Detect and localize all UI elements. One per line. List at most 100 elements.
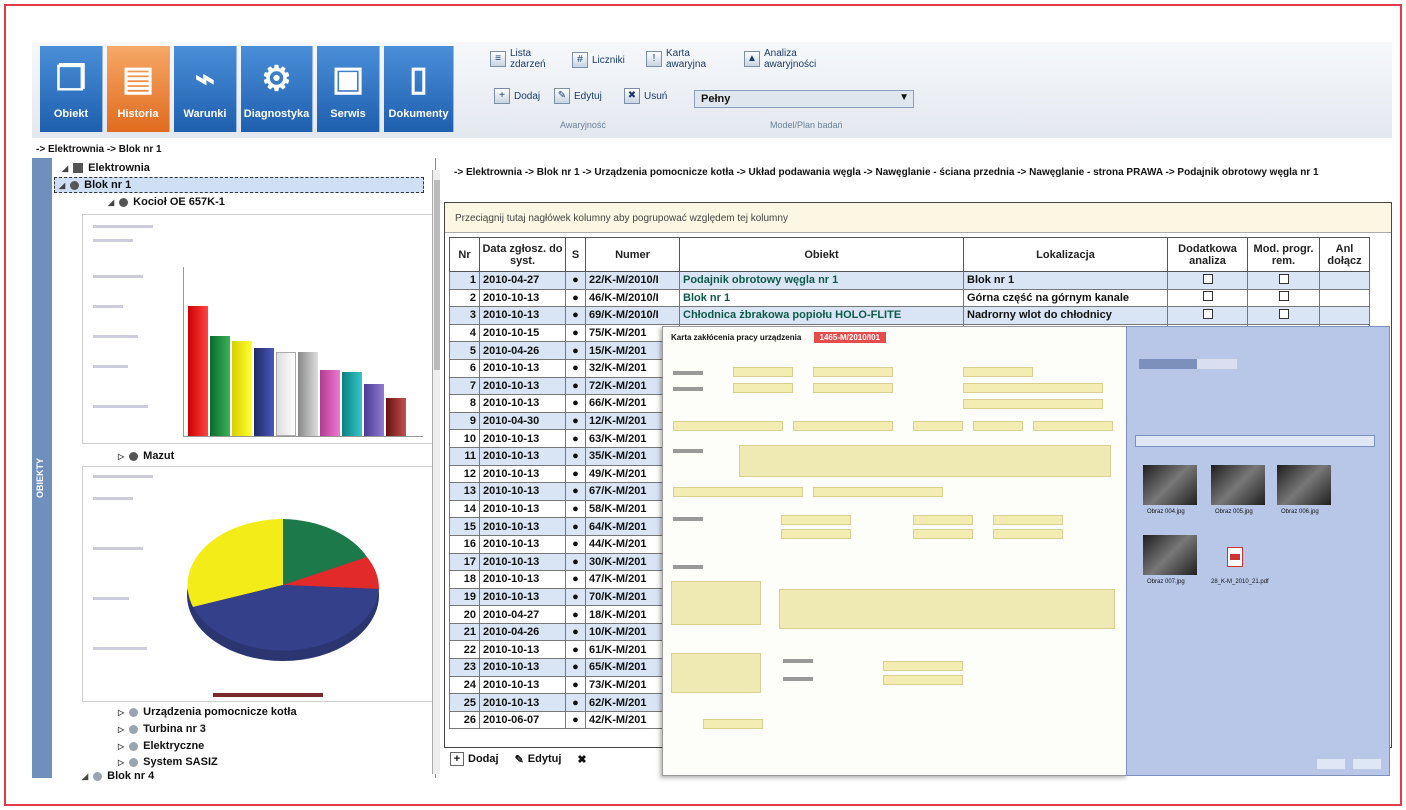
form-field[interactable] [883,661,963,671]
pdf-icon[interactable] [1227,547,1243,567]
row-date: 2010-10-15 [479,323,566,343]
historia-button[interactable]: ▤ Historia [107,46,170,132]
form-field[interactable] [963,383,1103,393]
col-numer[interactable]: Numer [585,237,680,272]
col-analiza[interactable]: Dodatkowa analiza [1167,237,1248,272]
row-date: 2010-10-13 [479,288,566,308]
tree-node-system[interactable]: ▷ System SASIZ [118,756,218,768]
form-field[interactable] [993,515,1063,525]
dokumenty-button[interactable]: ▯ Dokumenty [384,46,454,132]
form-field[interactable] [733,383,793,393]
col-anl[interactable]: Anl dołącz [1319,237,1370,272]
dodaj-button[interactable]: + Dodaj [494,88,540,104]
form-field[interactable] [883,675,963,685]
form-field[interactable] [703,719,763,729]
form-field[interactable] [781,529,851,539]
photo-thumbnail[interactable] [1277,465,1331,505]
form-field[interactable] [993,529,1063,539]
col-lokalizacja[interactable]: Lokalizacja [963,237,1168,272]
liczniki-button[interactable]: # Liczniki [572,52,625,68]
diagnostyka-button[interactable]: ⚙ Diagnostyka [241,46,313,132]
col-date[interactable]: Data zgłosz. do syst. [479,237,566,272]
lista-zdarzen-button[interactable]: ≡ Lista zdarzeń [490,48,550,70]
side-tab-obiekty[interactable]: OBIEKTY [32,158,52,778]
model-select[interactable]: Pełny ▼ [694,90,914,108]
form-field[interactable] [913,515,973,525]
tree-node-turbina[interactable]: ▷ Turbina nr 3 [118,723,206,735]
photo-thumbnail[interactable] [1211,465,1265,505]
grid-add-button[interactable]: + Dodaj [450,752,499,766]
photo-thumbnail[interactable] [1143,465,1197,505]
tree-scrollbar[interactable] [432,170,440,774]
table-row[interactable]: 1 2010-04-27 ● 22/K-M/2010/I Podajnik obroto… [449,271,1370,290]
form-field[interactable] [973,421,1023,431]
col-nr[interactable]: Nr [449,237,480,272]
warunki-button[interactable]: ⌁ Warunki [174,46,237,132]
form-list[interactable] [671,581,761,625]
usun-button[interactable]: ✖ Usuń [624,88,667,104]
row-nr: 7 [449,376,480,396]
scroll-thumb[interactable] [434,180,440,370]
checkbox[interactable] [1278,273,1289,284]
form-field[interactable] [813,383,893,393]
form-field[interactable] [913,529,973,539]
group-label-model: Model/Plan badań [770,120,843,130]
checkbox[interactable] [1278,308,1289,319]
form-field[interactable] [781,515,851,525]
tree-node-blok1[interactable]: ◢ Blok nr 1 [54,177,424,193]
bar-red [188,306,208,436]
row-date: 2010-10-13 [479,693,566,712]
photo-thumbnail[interactable] [1143,535,1197,575]
tree-node-urzadzenia[interactable]: ▷ Urządzenia pomocnicze kotła [118,706,297,718]
save-button[interactable] [1317,759,1345,769]
grid-edit-button[interactable]: ✎ Edytuj [515,753,562,766]
table-row[interactable]: 3 2010-10-13 ● 69/K-M/2010/I Chłodnica żbrak… [449,306,1370,325]
form-list[interactable] [671,653,761,693]
tree-node-elektrownia[interactable]: ◢ Elektrownia [62,162,150,174]
analiza-awaryjnosci-button[interactable]: ▲ Analiza awaryjności [744,48,824,70]
form-field[interactable] [733,367,793,377]
karta-awaryjna-button[interactable]: ! Karta awaryjna [646,48,708,70]
col-obiekt[interactable]: Obiekt [679,237,964,272]
checkbox[interactable] [1202,308,1213,319]
edytuj-button[interactable]: ✎ Edytuj [554,88,602,104]
row-mod-checkbox[interactable] [1247,306,1320,325]
checkbox[interactable] [1202,273,1213,284]
attach-button[interactable] [1197,359,1237,369]
row-mod-checkbox[interactable] [1247,288,1320,308]
row-analiza-checkbox[interactable] [1167,306,1248,325]
col-mod[interactable]: Mod. progr. rem. [1247,237,1320,272]
tree-node-kociol[interactable]: ◢ Kocioł OE 657K-1 [108,196,225,208]
tree-node-elektryczne[interactable]: ▷ Elektryczne [118,740,204,752]
row-analiza-checkbox[interactable] [1167,288,1248,308]
row-status-icon: ● [565,323,586,343]
form-field[interactable] [673,421,783,431]
col-status[interactable]: S [565,237,586,272]
form-field[interactable] [793,421,893,431]
form-field[interactable] [963,399,1103,409]
tree-node-blok4[interactable]: ◢ Blok nr 4 [82,770,154,782]
row-analiza-checkbox[interactable] [1167,271,1248,290]
row-nr: 20 [449,605,480,624]
tree-node-mazut[interactable]: ▷ Mazut [118,450,174,462]
table-row[interactable]: 2 2010-10-13 ● 46/K-M/2010/I Blok nr 1 Górna … [449,288,1370,308]
form-field[interactable] [963,367,1033,377]
row-mod-checkbox[interactable] [1247,271,1320,290]
grid-delete-button[interactable]: ✖ [577,753,586,766]
serwis-button[interactable]: ▣ Serwis [317,46,380,132]
form-field[interactable] [813,367,893,377]
form-field[interactable] [913,421,963,431]
form-field[interactable] [1033,421,1113,431]
form-notes[interactable] [779,589,1115,629]
row-nr: 26 [449,710,480,730]
cancel-button[interactable] [1353,759,1381,769]
checkbox[interactable] [1202,291,1213,302]
checkbox[interactable] [1278,291,1289,302]
form-field[interactable] [673,487,803,497]
form-description[interactable] [739,445,1111,477]
attachments-filter[interactable] [1135,435,1375,447]
form-field[interactable] [813,487,943,497]
obiekt-button[interactable]: ❐ Obiekt [40,46,103,132]
attach-button[interactable] [1139,359,1199,369]
trash-icon: ✖ [624,88,640,104]
